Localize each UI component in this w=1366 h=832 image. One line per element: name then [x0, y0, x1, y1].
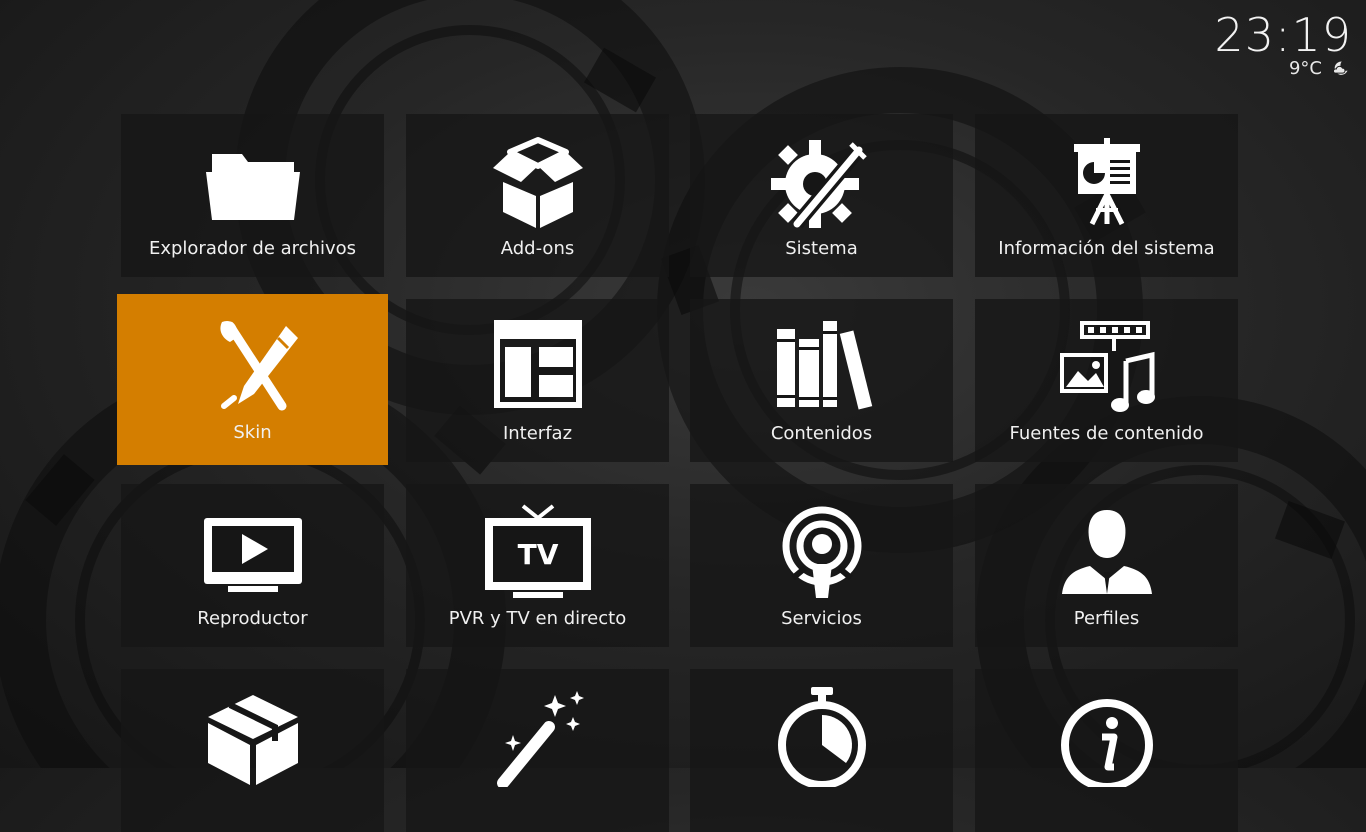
tile-label: Interfaz [502, 423, 573, 444]
brush-pen-icon [219, 320, 298, 411]
tile-label: Información del sistema [998, 238, 1215, 259]
tile-label: PVR y TV en directo [448, 608, 627, 629]
tile-wizard[interactable] [406, 669, 669, 832]
settings-grid: Explorador de archivos Add-ons Sistema I… [0, 0, 1366, 832]
books-icon [776, 321, 872, 410]
magic-wand-icon [496, 691, 584, 787]
presentation-icon [1073, 138, 1140, 226]
tile-system[interactable]: Sistema [690, 114, 953, 277]
tile-label: Explorador de archivos [148, 238, 357, 259]
clock: 23:19 [1214, 8, 1352, 62]
weather-status: 9°C [1289, 58, 1350, 79]
broadcast-icon [782, 506, 861, 598]
tile-label: Reproductor [197, 608, 308, 629]
package-icon [207, 695, 298, 785]
tile-services[interactable]: Servicios [690, 484, 953, 647]
tile-label: Sistema [785, 238, 858, 259]
media-sources-icon [1059, 321, 1155, 412]
stopwatch-icon [777, 687, 866, 787]
gear-tools-icon [770, 140, 867, 229]
tile-player[interactable]: Reproductor [121, 484, 384, 647]
user-profile-icon [1061, 510, 1152, 594]
tile-package[interactable] [121, 669, 384, 832]
tile-label: Add-ons [500, 238, 575, 259]
tile-system-info[interactable]: Información del sistema [975, 114, 1238, 277]
open-box-icon [492, 137, 583, 228]
tile-label: Contenidos [770, 423, 873, 444]
tile-timer[interactable] [690, 669, 953, 832]
tile-skin[interactable]: Skin [117, 294, 388, 465]
tile-add-ons[interactable]: Add-ons [406, 114, 669, 277]
tile-label: Fuentes de contenido [1009, 423, 1204, 444]
tile-file-manager[interactable]: Explorador de archivos [121, 114, 384, 277]
layout-icon [493, 320, 582, 408]
temperature: 9°C [1288, 58, 1322, 79]
tile-media[interactable]: Contenidos [690, 299, 953, 462]
tile-label: Servicios [781, 608, 862, 629]
folder-icon [205, 154, 300, 220]
tile-media-sources[interactable]: Fuentes de contenido [975, 299, 1238, 462]
tile-label: Perfiles [1073, 608, 1140, 629]
svg-text:TV: TV [517, 538, 558, 571]
tile-about[interactable] [975, 669, 1238, 832]
info-icon [1060, 699, 1153, 787]
tv-icon: TV [484, 504, 591, 598]
moon-cloud-icon [1333, 60, 1348, 75]
play-monitor-icon [203, 518, 302, 592]
tile-label: Skin [233, 422, 272, 443]
tile-pvr-live-tv[interactable]: TV PVR y TV en directo [406, 484, 669, 647]
tile-profiles[interactable]: Perfiles [975, 484, 1238, 647]
tile-interface[interactable]: Interfaz [406, 299, 669, 462]
